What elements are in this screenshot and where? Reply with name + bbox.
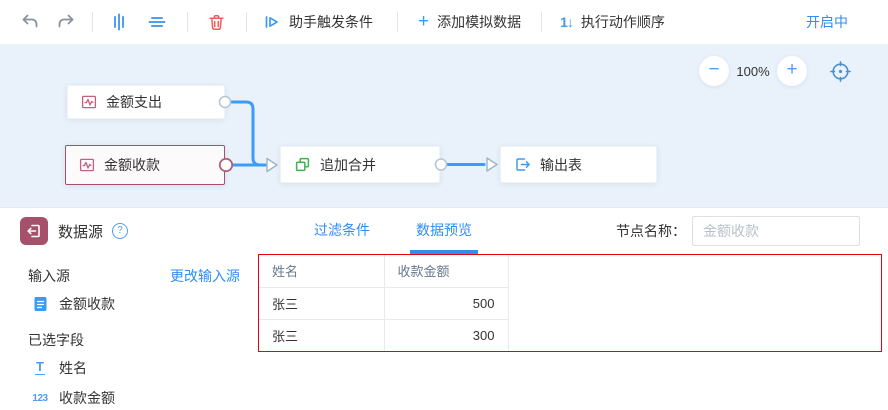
toolbar-divider	[187, 12, 188, 32]
field-name: 姓名	[59, 358, 87, 378]
action-order-label: 执行动作顺序	[581, 12, 665, 32]
play-bar-icon	[263, 10, 281, 34]
cell-name: 张三	[259, 319, 384, 351]
toolbar: 助手触发条件 + 添加模拟数据 1↓ 执行动作顺序 开启中	[0, 0, 888, 44]
input-source-label: 输入源	[28, 266, 70, 286]
node-name-group: 节点名称：	[616, 216, 860, 246]
cell-amount: 300	[384, 319, 508, 351]
datasource-icon	[20, 217, 48, 245]
source-item: 金额收款	[28, 294, 115, 314]
status-toggle[interactable]: 开启中	[806, 12, 848, 32]
tab-filter-conditions[interactable]: 过滤条件	[308, 208, 376, 254]
selected-fields-label: 已选字段	[28, 330, 84, 350]
node-output[interactable]: 输出表	[500, 146, 657, 183]
data-preview-table: 姓名 收款金额 张三 500 张三 300	[258, 254, 882, 352]
selected-fields-heading: 已选字段	[28, 330, 84, 350]
help-icon[interactable]: ?	[112, 223, 128, 239]
datasource-group: 数据源 ?	[20, 217, 128, 245]
zoom-controls: − 100% +	[699, 56, 852, 86]
toolbar-divider	[246, 12, 247, 32]
toolbar-divider	[541, 12, 542, 32]
panel-body: 输入源 更改输入源 金额收款 已选字段 T 姓名 123 收款金额	[0, 254, 888, 410]
field-name: 收款金额	[59, 388, 115, 408]
sort-order-icon: 1↓	[560, 14, 573, 30]
source-name: 金额收款	[59, 294, 115, 314]
output-table-icon	[514, 156, 531, 173]
flow-canvas[interactable]: 金额支出 金额收款 追加合并 输出表	[0, 44, 888, 207]
change-source-link[interactable]: 更改输入源	[170, 266, 240, 286]
column-header-name: 姓名	[259, 255, 384, 287]
column-header-amount: 收款金额	[384, 255, 508, 287]
sheet-icon	[28, 296, 52, 312]
delete-node-icon[interactable]	[204, 10, 228, 34]
toolbar-divider	[397, 12, 398, 32]
table-pulse-icon	[79, 157, 95, 173]
input-source-row: 输入源 更改输入源	[28, 266, 240, 286]
number-field-icon: 123	[28, 393, 52, 404]
trigger-condition-button[interactable]: 助手触发条件	[263, 10, 373, 34]
toolbar-divider	[92, 12, 93, 32]
flow-editor-window: 助手触发条件 + 添加模拟数据 1↓ 执行动作顺序 开启中 金额支出 金额收款	[0, 0, 888, 410]
text-field-icon: T	[28, 361, 52, 375]
append-merge-icon	[294, 156, 311, 173]
zoom-in-button[interactable]: +	[777, 56, 807, 86]
node-name-label: 节点名称：	[616, 221, 686, 241]
node-label: 金额收款	[104, 155, 160, 175]
panel-title: 数据源	[58, 221, 103, 242]
add-mock-data-label: 添加模拟数据	[437, 12, 521, 32]
field-item-text: T 姓名	[28, 358, 87, 378]
node-label: 金额支出	[106, 92, 162, 112]
node-income[interactable]: 金额收款	[65, 145, 225, 185]
zoom-level: 100%	[729, 64, 777, 79]
node-label: 追加合并	[320, 155, 376, 175]
undo-icon[interactable]	[18, 10, 42, 34]
field-item-number: 123 收款金额	[28, 388, 115, 408]
node-merge[interactable]: 追加合并	[280, 146, 440, 183]
redo-icon[interactable]	[54, 10, 78, 34]
table-filler-cell	[508, 255, 881, 351]
panel-header: 数据源 ? 过滤条件 数据预览 节点名称：	[0, 208, 888, 254]
trigger-condition-label: 助手触发条件	[289, 12, 373, 32]
node-expense[interactable]: 金额支出	[67, 85, 225, 119]
add-mock-data-button[interactable]: + 添加模拟数据	[418, 12, 521, 32]
align-vertical-icon[interactable]	[107, 10, 131, 34]
table-header-row: 姓名 收款金额	[259, 255, 881, 287]
locate-center-icon[interactable]	[829, 60, 852, 83]
tab-data-preview[interactable]: 数据预览	[410, 208, 478, 254]
cell-amount: 500	[384, 287, 508, 319]
node-label: 输出表	[540, 155, 582, 175]
zoom-out-button[interactable]: −	[699, 56, 729, 86]
config-panel: 数据源 ? 过滤条件 数据预览 节点名称： 输入源 更改输入源	[0, 207, 888, 410]
table-pulse-icon	[81, 94, 97, 110]
align-horizontal-icon[interactable]	[145, 10, 169, 34]
tab-bar: 过滤条件 数据预览	[308, 208, 478, 254]
node-name-input[interactable]	[692, 216, 860, 246]
cell-name: 张三	[259, 287, 384, 319]
action-order-button[interactable]: 1↓ 执行动作顺序	[560, 12, 665, 32]
plus-icon: +	[418, 14, 429, 30]
